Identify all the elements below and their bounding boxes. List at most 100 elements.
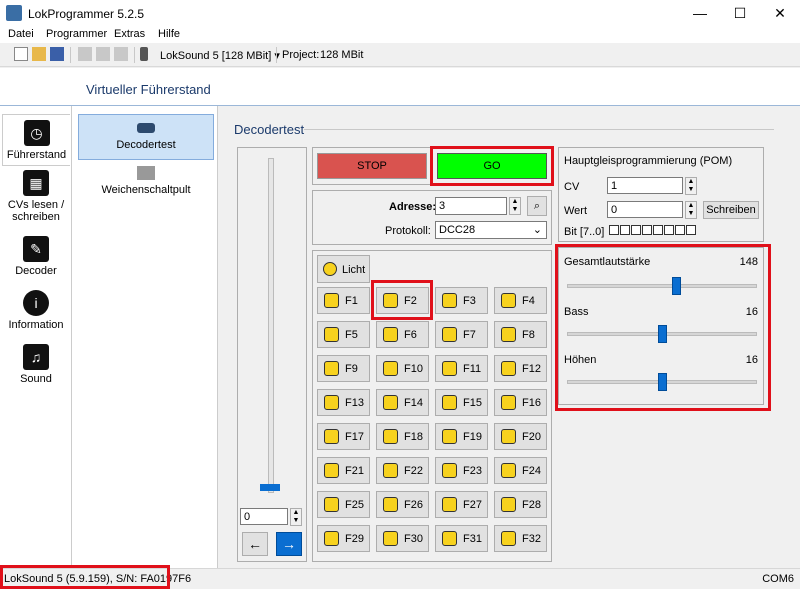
protokoll-value: DCC28 [439,224,476,236]
function-button-f29[interactable]: F29 [317,525,370,552]
menu-programmer[interactable]: Programmer [46,28,107,40]
function-label: F20 [522,431,541,443]
function-icon [324,497,339,512]
function-button-f21[interactable]: F21 [317,457,370,484]
go-button[interactable]: GO [437,153,547,179]
menu-hilfe[interactable]: Hilfe [158,28,180,40]
direction-forward-button[interactable]: → [276,532,302,556]
function-button-f4[interactable]: F4 [494,287,547,314]
function-icon [501,463,516,478]
speed-input[interactable]: 0 [240,508,288,525]
menu-bar: Datei Programmer Extras Hilfe [0,27,800,43]
nav-label: Decoder [15,265,57,277]
function-button-f9[interactable]: F9 [317,355,370,382]
bit-checkbox[interactable] [675,225,685,235]
bit-checkbox[interactable] [664,225,674,235]
adresse-input[interactable]: 3 [435,197,507,215]
nav-cvs[interactable]: ▦ CVs lesen / schreiben [2,170,70,223]
function-button-f1[interactable]: F1 [317,287,370,314]
function-button-f10[interactable]: F10 [376,355,429,382]
nav-sound[interactable]: ♫ Sound [2,344,70,385]
bit-checkbox[interactable] [631,225,641,235]
menu-extras[interactable]: Extras [114,28,145,40]
function-button-f17[interactable]: F17 [317,423,370,450]
schreiben-button[interactable]: Schreiben [703,201,759,219]
function-button-f30[interactable]: F30 [376,525,429,552]
run-icon[interactable] [114,47,128,61]
function-button-f12[interactable]: F12 [494,355,547,382]
function-label: F25 [345,499,364,511]
function-button-f7[interactable]: F7 [435,321,488,348]
menu-datei[interactable]: Datei [8,28,34,40]
function-button-f22[interactable]: F22 [376,457,429,484]
function-button-f14[interactable]: F14 [376,389,429,416]
wert-input[interactable]: 0 [607,201,683,218]
function-label: F29 [345,533,364,545]
function-button-f6[interactable]: F6 [376,321,429,348]
wert-spinner[interactable]: ▲ ▼ [685,201,697,219]
function-button-f31[interactable]: F31 [435,525,488,552]
adresse-spinner[interactable]: ▲ ▼ [509,197,521,215]
function-icon [383,429,398,444]
function-button-f24[interactable]: F24 [494,457,547,484]
cv-input[interactable]: 1 [607,177,683,194]
subnav-weichenschaltpult[interactable]: Weichenschaltpult [78,162,214,202]
write-icon[interactable] [96,47,110,61]
function-button-f5[interactable]: F5 [317,321,370,348]
search-icon[interactable]: ⌕ [527,196,547,216]
function-icon [501,531,516,546]
nav-fuehrerstand[interactable]: ◷ Führerstand [2,114,70,166]
direction-back-button[interactable]: ← [242,532,268,556]
function-button-f25[interactable]: F25 [317,491,370,518]
bit-checkbox[interactable] [686,225,696,235]
function-button-f23[interactable]: F23 [435,457,488,484]
function-button-f11[interactable]: F11 [435,355,488,382]
bit-checkbox[interactable] [620,225,630,235]
locomotive-icon [137,123,155,133]
function-button-f32[interactable]: F32 [494,525,547,552]
function-label: F3 [463,295,476,307]
function-button-f8[interactable]: F8 [494,321,547,348]
save-icon[interactable] [50,47,64,61]
new-icon[interactable] [14,47,28,61]
read-icon[interactable] [78,47,92,61]
close-button[interactable]: ✕ [760,0,800,27]
function-button-f13[interactable]: F13 [317,389,370,416]
function-button-f26[interactable]: F26 [376,491,429,518]
subnav-decodertest[interactable]: Decodertest [78,114,214,160]
speed-spinner[interactable]: ▲ ▼ [290,508,302,526]
nav-decoder[interactable]: ✎ Decoder [2,236,70,277]
function-button-f3[interactable]: F3 [435,287,488,314]
function-label: F5 [345,329,358,341]
speed-slider-thumb[interactable] [260,484,280,491]
stop-button[interactable]: STOP [317,153,427,179]
function-icon [324,395,339,410]
status-highlight [0,565,170,589]
speed-track [268,158,274,493]
licht-button[interactable]: Licht [317,255,370,283]
minimize-button[interactable]: — [680,0,720,27]
function-label: F26 [404,499,423,511]
maximize-button[interactable]: ☐ [720,0,760,27]
function-icon [324,327,339,342]
music-icon: ♫ [23,344,49,370]
function-button-f27[interactable]: F27 [435,491,488,518]
function-button-f28[interactable]: F28 [494,491,547,518]
cv-spinner[interactable]: ▲ ▼ [685,177,697,195]
bit-checkbox[interactable] [653,225,663,235]
device-select[interactable]: LokSound 5 [128 MBit] ▾ [160,49,280,62]
function-button-f20[interactable]: F20 [494,423,547,450]
nav-information[interactable]: i Information [2,290,70,331]
bit-checkbox[interactable] [642,225,652,235]
function-button-f19[interactable]: F19 [435,423,488,450]
function-label: F27 [463,499,482,511]
bit-checkbox[interactable] [609,225,619,235]
volume-highlight [555,244,771,411]
function-button-f16[interactable]: F16 [494,389,547,416]
throttle-panel: 0 ▲ ▼ ← → [237,147,307,562]
protokoll-select[interactable]: DCC28 ⌄ [435,221,547,239]
function-button-f18[interactable]: F18 [376,423,429,450]
open-folder-icon[interactable] [32,47,46,61]
function-icon [324,293,339,308]
function-button-f15[interactable]: F15 [435,389,488,416]
